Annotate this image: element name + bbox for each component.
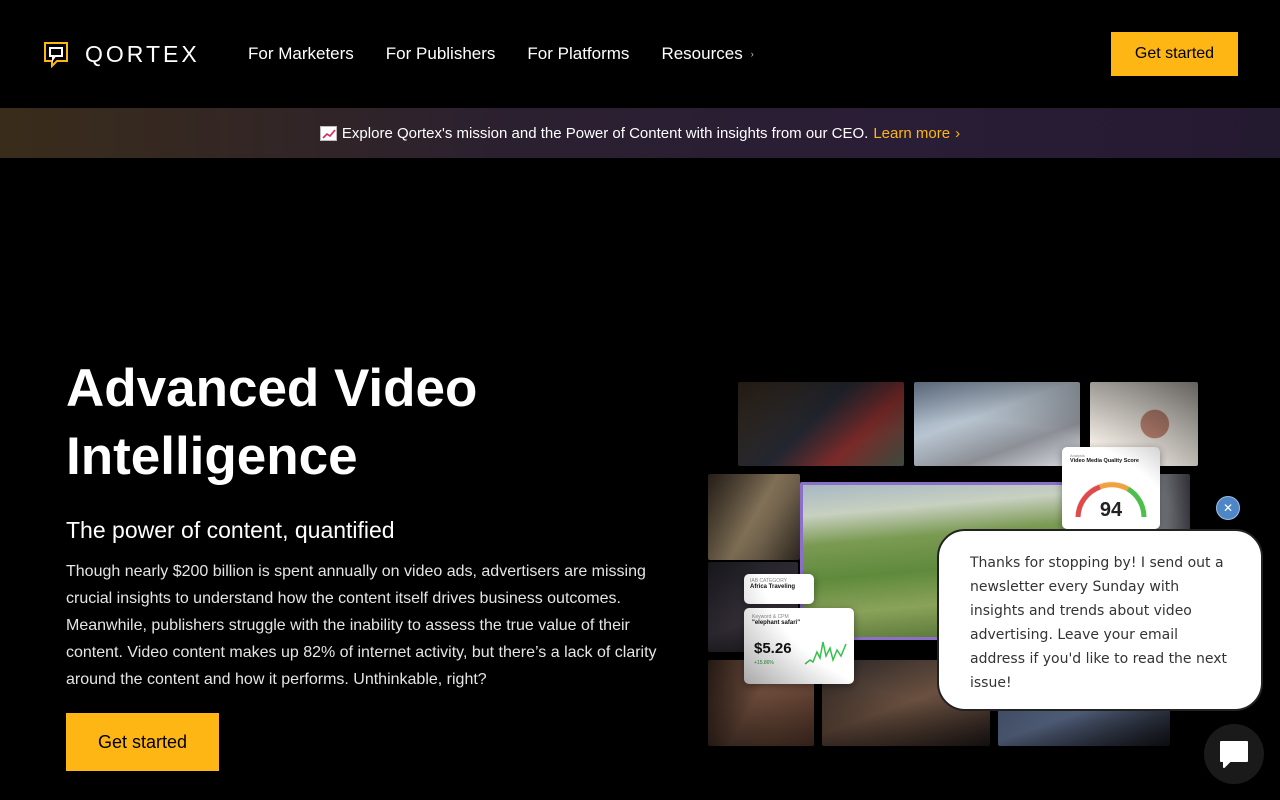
hero-get-started-button[interactable]: Get started [66,713,219,771]
nav-item-resources[interactable]: Resources › [661,44,753,64]
hero-subtitle: The power of content, quantified [66,517,395,543]
chat-close-button[interactable]: ✕ [1216,496,1240,520]
nav-item-label: For Marketers [248,44,354,63]
logo-wordmark: QORTEX [85,40,200,67]
get-started-button[interactable]: Get started [1111,32,1238,76]
quality-score-card: Analysis Video Media Quality Score 94 [1062,447,1160,529]
chart-increasing-icon [319,125,337,141]
announcement-bar: Explore Qortex's mission and the Power o… [0,108,1280,158]
logo-mark-icon [44,42,68,68]
basketball-thumbnail [738,382,904,466]
nav-item-publishers[interactable]: For Publishers [386,44,496,64]
main-nav: For Marketers For Publishers For Platfor… [248,44,786,64]
lynx-thumbnail [914,382,1080,466]
chevron-right-icon: › [750,49,754,59]
cpm-price: $5.26 [754,640,792,657]
announcement-text: Explore Qortex's mission and the Power o… [341,124,869,142]
hero-description: Though nearly $200 billion is spent annu… [66,563,657,688]
keyword-value: "elephant safari" [752,620,801,626]
cpm-change: +15.86% [754,660,774,666]
category-value: Africa Traveling [750,584,796,590]
nav-item-label: For Platforms [527,44,630,63]
chat-popup: Thanks for stopping by! I send out a new… [937,529,1263,711]
site-header: QORTEX For Marketers For Publishers For … [0,0,1280,107]
logo[interactable]: QORTEX [42,40,200,68]
learn-more-link[interactable]: Learn more [873,125,950,142]
nav-item-platforms[interactable]: For Platforms [527,44,629,64]
chat-launcher-button[interactable] [1204,724,1264,784]
nav-item-marketers[interactable]: For Marketers [248,44,354,64]
chat-bubble-icon [1220,741,1248,768]
nav-item-label: For Publishers [385,44,496,63]
period-drama-thumbnail [708,474,800,560]
trend-line-icon [804,641,847,665]
score-value: 94 [1099,499,1123,521]
nav-item-label: Resources [661,44,743,63]
chat-message: Thanks for stopping by! I send out a new… [970,555,1228,691]
chevron-right-icon: › [955,124,961,142]
hero-title: Advanced Video Intelligence [66,359,478,486]
keyword-cpm-card: Keyword & CPM "elephant safari" $5.26 +1… [744,608,854,684]
score-card-title: Video Media Quality Score [1070,458,1139,464]
iab-category-card: IAB CATEGORY Africa Traveling [744,574,814,604]
close-icon: ✕ [1222,501,1234,515]
